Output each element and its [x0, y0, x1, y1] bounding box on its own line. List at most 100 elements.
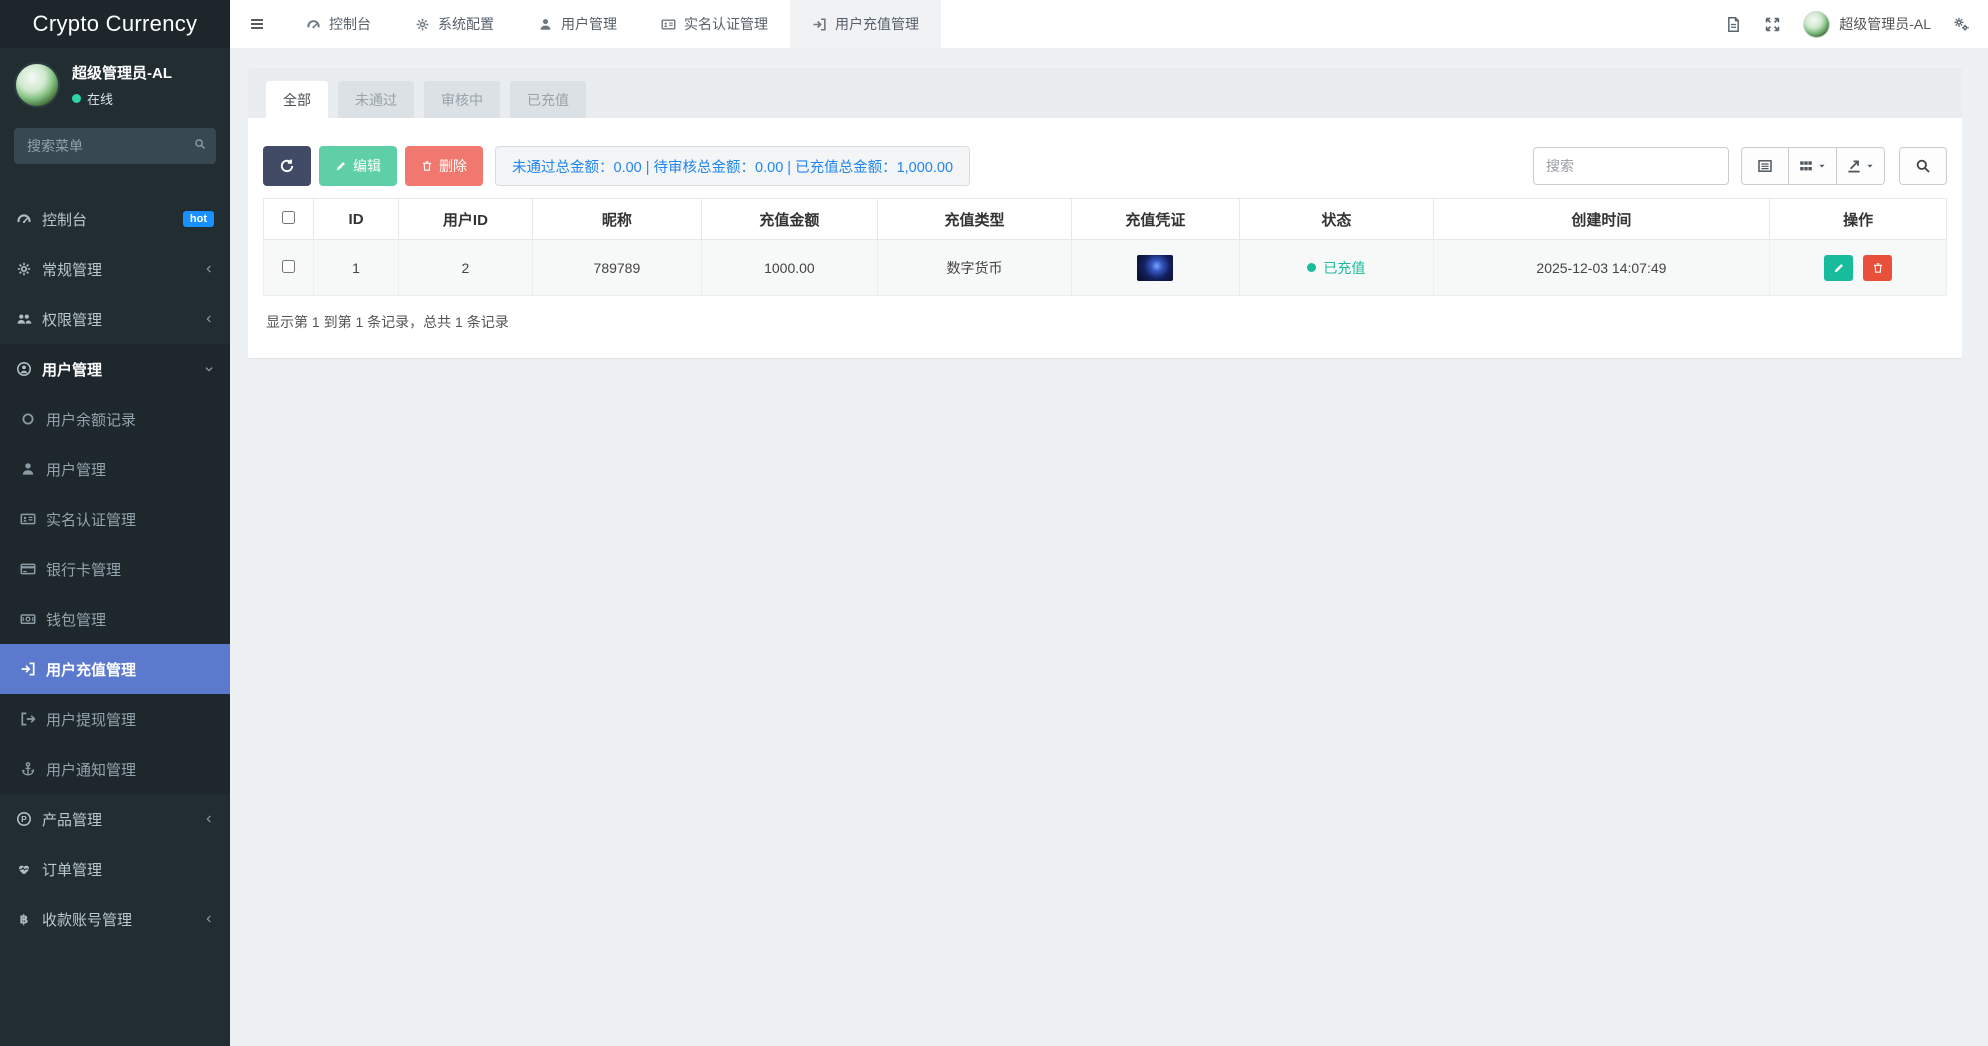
gears-settings-icon[interactable] [1953, 16, 1970, 33]
toggle-detail-view-button[interactable] [1741, 147, 1789, 185]
sidebar-item-label: 用户管理 [46, 459, 214, 480]
sidebar-item-withdraw-manage[interactable]: 用户提现管理 [0, 694, 230, 744]
sidebar-item-permissions[interactable]: 权限管理 [0, 294, 230, 344]
topnav-tab-system-config[interactable]: 系统配置 [393, 0, 516, 48]
sidebar-item-payment-accounts[interactable]: 收款账号管理 [0, 894, 230, 944]
navbar-user-name: 超级管理员-AL [1839, 14, 1931, 34]
topnav-tab-label: 系统配置 [438, 14, 494, 34]
refresh-icon [279, 158, 295, 174]
tab-recharged[interactable]: 已充值 [510, 81, 586, 118]
sidebar-item-label: 订单管理 [42, 859, 214, 880]
fullscreen-icon[interactable] [1764, 16, 1781, 33]
sidebar-item-bankcard-manage[interactable]: 银行卡管理 [0, 544, 230, 594]
id-card-icon [20, 511, 36, 527]
cell-user-id: 2 [398, 240, 533, 296]
row-delete-button[interactable] [1863, 255, 1892, 281]
detail-view-icon [1757, 158, 1773, 174]
col-header-id[interactable]: ID [314, 199, 398, 240]
trash-icon [421, 160, 433, 172]
col-header-created[interactable]: 创建时间 [1433, 199, 1770, 240]
sidebar-item-label: 控制台 [42, 209, 171, 230]
sidebar-item-label: 常规管理 [42, 259, 194, 280]
delete-button[interactable]: 删除 [405, 146, 483, 186]
sidebar-menu: 控制台 hot 常规管理 权限管理 用户管理 [0, 194, 230, 1046]
sidebar-item-products[interactable]: 产品管理 [0, 794, 230, 844]
topnav-tab-user-manage[interactable]: 用户管理 [516, 0, 639, 48]
sidebar-item-label: 收款账号管理 [42, 909, 194, 930]
caret-down-icon [1865, 161, 1875, 171]
navbar-avatar [1803, 11, 1830, 38]
trash-icon [1872, 262, 1884, 274]
col-header-status[interactable]: 状态 [1240, 199, 1434, 240]
sidebar-item-dashboard[interactable]: 控制台 hot [0, 194, 230, 244]
sidebar-item-wallet-manage[interactable]: 钱包管理 [0, 594, 230, 644]
sidebar-item-balance-log[interactable]: 用户余额记录 [0, 394, 230, 444]
cell-voucher [1071, 240, 1239, 296]
topnav-tab-label: 用户充值管理 [835, 14, 919, 34]
topnav-tab-recharge-manage[interactable]: 用户充值管理 [790, 0, 941, 48]
export-button[interactable] [1837, 147, 1885, 185]
col-header-actions: 操作 [1770, 199, 1947, 240]
select-all-checkbox[interactable] [282, 211, 295, 224]
topnav-tab-kyc-manage[interactable]: 实名认证管理 [639, 0, 790, 48]
online-dot-icon [72, 94, 81, 103]
row-edit-button[interactable] [1824, 255, 1853, 281]
refresh-button[interactable] [263, 146, 311, 186]
columns-button[interactable] [1789, 147, 1837, 185]
col-header-user-id[interactable]: 用户ID [398, 199, 533, 240]
sidebar-item-label: 用户管理 [42, 359, 194, 380]
sidebar-item-label: 用户余额记录 [46, 409, 214, 430]
sidebar-user-panel: 超级管理员-AL 在线 [0, 48, 230, 118]
user-name: 超级管理员-AL [72, 62, 172, 83]
chevron-left-icon [204, 264, 214, 274]
sidebar-search-input[interactable] [14, 128, 216, 164]
recharge-table: ID 用户ID 昵称 充值金额 充值类型 充值凭证 状态 创建时间 操作 [263, 198, 1947, 296]
status-badge: 已充值 [1307, 258, 1365, 278]
navbar-user-menu[interactable]: 超级管理员-AL [1803, 11, 1931, 38]
topnav-tab-label: 实名认证管理 [684, 14, 768, 34]
pagination-info: 显示第 1 到第 1 条记录，总共 1 条记录 [263, 312, 1947, 332]
sidebar-item-recharge-manage[interactable]: 用户充值管理 [0, 644, 230, 694]
search-icon [1915, 158, 1931, 174]
row-checkbox[interactable] [282, 260, 295, 273]
tab-rejected[interactable]: 未通过 [338, 81, 414, 118]
topnav-tabs: 控制台 系统配置 用户管理 实名认证管理 用户充值管理 [284, 0, 941, 48]
advanced-search-button[interactable] [1899, 147, 1947, 185]
voucher-image[interactable] [1137, 255, 1173, 281]
topnav-tab-label: 控制台 [329, 14, 371, 34]
sidebar-item-kyc-manage[interactable]: 实名认证管理 [0, 494, 230, 544]
cell-type: 数字货币 [878, 240, 1072, 296]
columns-grid-icon [1798, 158, 1814, 174]
col-header-voucher[interactable]: 充值凭证 [1071, 199, 1239, 240]
edit-button[interactable]: 编辑 [319, 146, 397, 186]
col-header-type[interactable]: 充值类型 [878, 199, 1072, 240]
col-header-nickname[interactable]: 昵称 [533, 199, 701, 240]
tab-pending[interactable]: 审核中 [424, 81, 500, 118]
edit-button-label: 编辑 [353, 156, 381, 176]
table-row[interactable]: 1 2 789789 1000.00 数字货币 已充值 [264, 240, 1947, 296]
sidebar-item-users[interactable]: 用户管理 [0, 344, 230, 394]
sidebar-item-user-manage[interactable]: 用户管理 [0, 444, 230, 494]
sidebar-item-notice-manage[interactable]: 用户通知管理 [0, 744, 230, 794]
topnav-tab-dashboard[interactable]: 控制台 [284, 0, 393, 48]
col-header-amount[interactable]: 充值金额 [701, 199, 878, 240]
sidebar-item-orders[interactable]: 订单管理 [0, 844, 230, 894]
sidebar-toggle-button[interactable] [230, 0, 284, 48]
circle-icon [20, 411, 36, 427]
select-all-header [264, 199, 314, 240]
file-icon[interactable] [1725, 16, 1742, 33]
cell-nickname: 789789 [533, 240, 701, 296]
sidebar-item-general[interactable]: 常规管理 [0, 244, 230, 294]
sign-in-icon [20, 661, 36, 677]
users-icon [16, 311, 32, 327]
cell-id: 1 [314, 240, 398, 296]
search-icon[interactable] [194, 138, 206, 150]
tab-all[interactable]: 全部 [266, 81, 328, 118]
cell-created: 2025-12-03 14:07:49 [1433, 240, 1770, 296]
table-header-row: ID 用户ID 昵称 充值金额 充值类型 充值凭证 状态 创建时间 操作 [264, 199, 1947, 240]
status-filter-tabs: 全部 未通过 审核中 已充值 [248, 68, 1962, 118]
panel-body: 编辑 删除 未通过总金额：0.00 | 待审核总金额：0.00 | 已充值总金额… [248, 118, 1962, 358]
sidebar-item-label: 银行卡管理 [46, 559, 214, 580]
table-search-input[interactable] [1533, 147, 1729, 185]
navbar-right: 超级管理员-AL [1725, 0, 1988, 48]
